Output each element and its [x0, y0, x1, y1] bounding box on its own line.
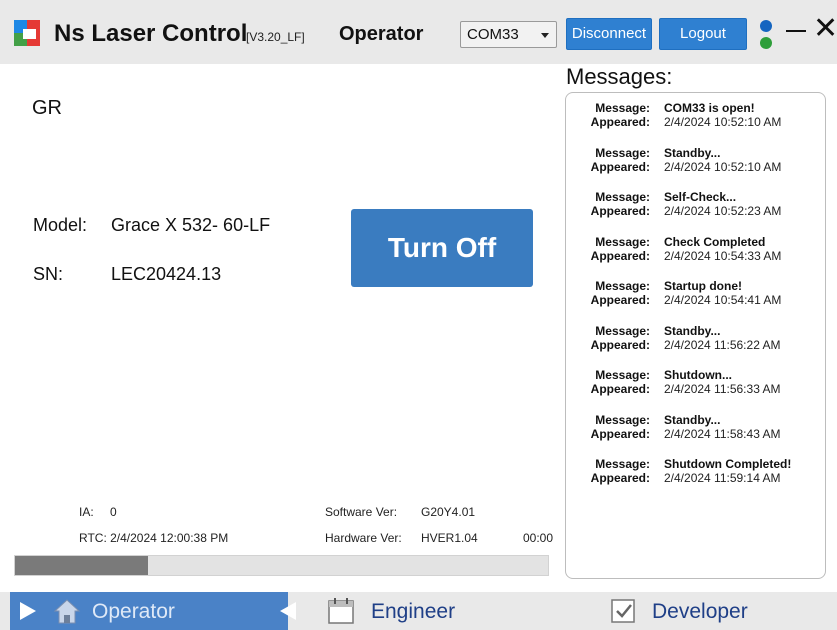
logout-button[interactable]: Logout [659, 18, 747, 50]
app-version: [V3.20_LF] [246, 30, 305, 44]
message-text: Standby... [664, 323, 721, 338]
message-text: Standby... [664, 145, 721, 160]
message-text: Self-Check... [664, 190, 737, 204]
timer-readout: 00:00 [523, 531, 554, 545]
message-entry: Message: Standby... Appeared: 2/4/2024 11:5… [566, 413, 825, 453]
progress-fill [15, 556, 149, 575]
appeared-label: Appeared: [590, 115, 650, 129]
message-time: 2/4/2024 11:58:43 AM [664, 426, 781, 441]
message-time: 2/4/2024 10:52:10 AM [664, 159, 782, 174]
minimize-icon[interactable] [786, 30, 806, 32]
nav-tab-engineer[interactable]: Engineer [371, 600, 455, 624]
model-value: Grace X 532- 60-LF [111, 215, 271, 235]
nav-tab-operator[interactable]: Operator [10, 592, 296, 630]
sn-value: LEC20424.13 [111, 264, 222, 284]
message-time: 2/4/2024 10:52:23 AM [664, 204, 782, 218]
message-label: Message: [595, 279, 650, 293]
message-label: Message: [595, 145, 650, 160]
connection-status-dot [760, 20, 772, 32]
appeared-label: Appeared: [590, 426, 650, 441]
appeared-label: Appeared: [590, 293, 650, 307]
message-text: Shutdown... [664, 368, 732, 382]
message-text: Check Completed [664, 234, 766, 249]
app-window: Ns Laser Control [V3.20_LF] Operator COM… [0, 0, 837, 630]
message-time: 2/4/2024 11:56:33 AM [664, 382, 781, 396]
nav-arrow-left-icon [280, 602, 296, 620]
calendar-icon[interactable] [326, 596, 356, 626]
appeared-label: Appeared: [590, 159, 650, 174]
message-label: Message: [595, 412, 650, 427]
port-select-value: COM33 [467, 26, 519, 43]
hardware-version-label: Hardware Ver: [325, 531, 402, 545]
rtc-readout: RTC: 2/4/2024 12:00:38 PM [79, 531, 229, 545]
message-time: 2/4/2024 10:52:10 AM [664, 115, 782, 129]
message-label: Message: [595, 101, 650, 115]
home-icon [53, 599, 81, 624]
software-version-label: Software Ver: [325, 505, 398, 519]
message-label: Message: [595, 368, 650, 382]
appeared-label: Appeared: [590, 248, 650, 263]
title-bar: Ns Laser Control [V3.20_LF] Operator COM… [0, 0, 837, 64]
appeared-label: Appeared: [590, 382, 650, 396]
software-version-value: G20Y4.01 [421, 505, 476, 519]
message-entry: Message: Shutdown Completed! Appeared: 2/4/… [566, 457, 825, 497]
message-label: Message: [595, 234, 650, 249]
port-select[interactable]: COM33 [460, 21, 557, 48]
turn-off-button[interactable]: Turn Off [351, 209, 533, 287]
message-entry: Message: COM33 is open! Appeared: 2/4/2024 … [566, 101, 825, 141]
message-text: Standby... [664, 412, 721, 427]
message-text: Startup done! [664, 279, 742, 293]
message-label: Message: [595, 457, 650, 471]
chevron-down-icon [541, 33, 549, 38]
bottom-nav: Operator Engineer Developer [0, 592, 837, 630]
messages-title: Messages: [566, 64, 673, 89]
message-entry: Message: Self-Check... Appeared: 2/4/2024 1… [566, 190, 825, 230]
message-text: COM33 is open! [664, 101, 755, 115]
messages-list[interactable]: Message: COM33 is open! Appeared: 2/4/2024 … [565, 92, 826, 579]
nav-arrow-right-icon [20, 602, 36, 620]
message-label: Message: [595, 323, 650, 338]
laser-status-dot [760, 37, 772, 49]
appeared-label: Appeared: [590, 204, 650, 218]
ia-value: 0 [110, 505, 117, 519]
app-title: Ns Laser Control [54, 20, 248, 47]
message-entry: Message: Shutdown... Appeared: 2/4/2024 11:… [566, 368, 825, 408]
checklist-icon[interactable] [608, 596, 638, 626]
model-label: Model: [33, 215, 88, 235]
message-label: Message: [595, 190, 650, 204]
nav-label-operator: Operator [92, 600, 175, 623]
appeared-label: Appeared: [590, 337, 650, 352]
message-time: 2/4/2024 11:59:14 AM [664, 471, 781, 485]
progress-bar [14, 555, 549, 576]
message-time: 2/4/2024 10:54:33 AM [664, 248, 782, 263]
message-entry: Message: Check Completed Appeared: 2/4/2024… [566, 235, 825, 275]
message-entry: Message: Standby... Appeared: 2/4/2024 10:5… [566, 146, 825, 186]
message-entry: Message: Standby... Appeared: 2/4/2024 11:5… [566, 324, 825, 364]
hardware-version-value: HVER1.04 [421, 531, 478, 545]
sn-label: SN: [33, 264, 64, 284]
appeared-label: Appeared: [590, 471, 650, 485]
nav-tab-developer[interactable]: Developer [652, 600, 748, 624]
app-logo-icon [14, 20, 40, 46]
ia-label: IA: [79, 505, 94, 519]
message-time: 2/4/2024 10:54:41 AM [664, 293, 782, 307]
message-text: Shutdown Completed! [664, 457, 792, 471]
user-role: Operator [339, 23, 424, 45]
message-time: 2/4/2024 11:56:22 AM [664, 337, 781, 352]
disconnect-button[interactable]: Disconnect [566, 18, 652, 50]
close-icon[interactable]: ✕ [813, 14, 837, 44]
device-name: GR [32, 97, 62, 119]
message-entry: Message: Startup done! Appeared: 2/4/2024 1… [566, 279, 825, 319]
